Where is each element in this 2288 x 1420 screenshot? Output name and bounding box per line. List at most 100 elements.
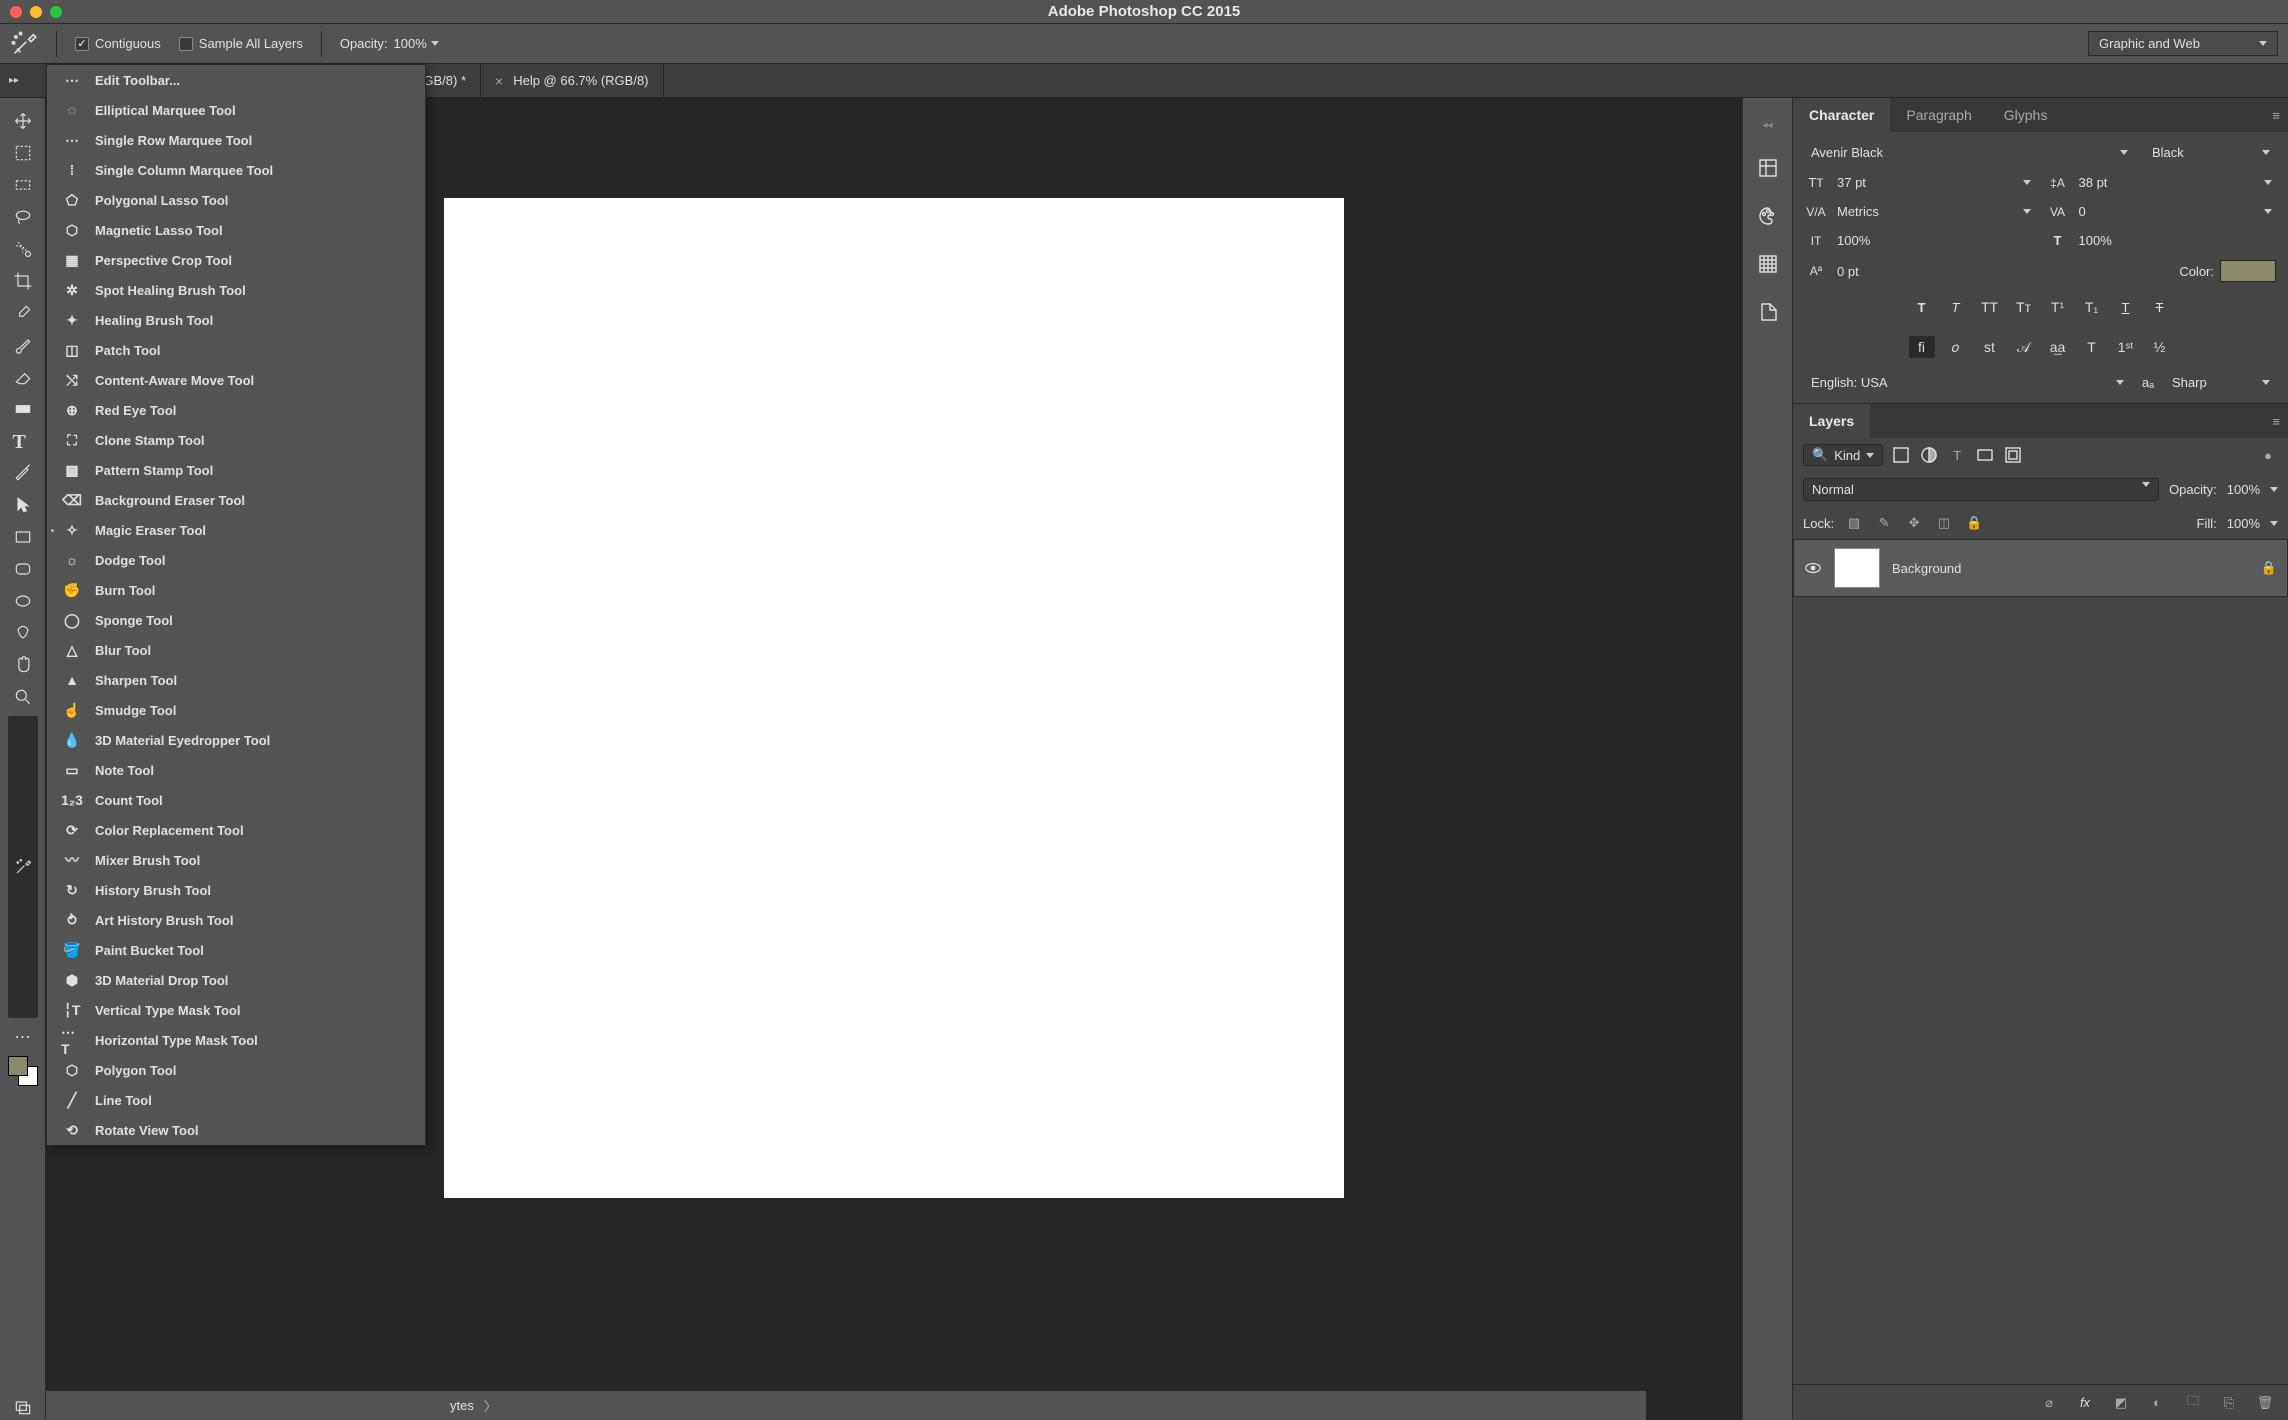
tab-paragraph[interactable]: Paragraph: [1890, 98, 1987, 132]
eraser-tool[interactable]: [8, 364, 38, 390]
lasso-tool[interactable]: [8, 204, 38, 230]
rectangular-marquee-tool[interactable]: [8, 140, 38, 166]
flyout-item-art-history-brush-tool[interactable]: ⥁Art History Brush Tool: [47, 905, 425, 935]
titling-button[interactable]: T: [2079, 336, 2105, 358]
flyout-item-smudge-tool[interactable]: ☝Smudge Tool: [47, 695, 425, 725]
flyout-item-red-eye-tool[interactable]: ⊕Red Eye Tool: [47, 395, 425, 425]
zoom-window-button[interactable]: [50, 6, 62, 18]
color-panel-icon[interactable]: [1756, 204, 1780, 228]
font-size-input[interactable]: 37 pt: [1833, 173, 2035, 192]
opacity-dropdown[interactable]: 100%: [394, 36, 439, 51]
layer-row-background[interactable]: Background 🔒: [1793, 539, 2288, 597]
flyout-item-line-tool[interactable]: ╱Line Tool: [47, 1085, 425, 1115]
swatches-panel-icon[interactable]: [1756, 252, 1780, 276]
flyout-item-single-column-marquee-tool[interactable]: ⁞Single Column Marquee Tool: [47, 155, 425, 185]
custom-shape-tool[interactable]: [8, 620, 38, 646]
baseline-input[interactable]: 0 pt: [1833, 262, 2035, 281]
language-dropdown[interactable]: English: USA: [1805, 372, 2130, 393]
flyout-item-dodge-tool[interactable]: ☼Dodge Tool: [47, 545, 425, 575]
edit-toolbar-button[interactable]: ⋯: [8, 1024, 38, 1050]
flyout-item-polygonal-lasso-tool[interactable]: ⬠Polygonal Lasso Tool: [47, 185, 425, 215]
lock-image-icon[interactable]: ✎: [1874, 513, 1894, 533]
crop-tool[interactable]: [8, 268, 38, 294]
flyout-item-3d-material-eyedropper-tool[interactable]: 💧3D Material Eyedropper Tool: [47, 725, 425, 755]
contiguous-checkbox[interactable]: Contiguous: [75, 36, 161, 51]
type-tool[interactable]: T: [8, 428, 38, 454]
flyout-item-history-brush-tool[interactable]: ↻History Brush Tool: [47, 875, 425, 905]
kerning-input[interactable]: Metrics: [1833, 202, 2035, 221]
st-ligature-button[interactable]: st: [1977, 336, 2003, 358]
rectangle-tool[interactable]: [8, 524, 38, 550]
extra-tools-button[interactable]: [8, 716, 38, 1018]
properties-panel-icon[interactable]: [1756, 300, 1780, 324]
layer-filter-kind[interactable]: 🔍Kind: [1803, 444, 1883, 466]
new-layer-icon[interactable]: ⎘: [2220, 1394, 2238, 1412]
flyout-item-count-tool[interactable]: 1₂3Count Tool: [47, 785, 425, 815]
gradient-tool[interactable]: [8, 396, 38, 422]
flyout-item-patch-tool[interactable]: ◫Patch Tool: [47, 335, 425, 365]
hand-tool[interactable]: [8, 652, 38, 678]
close-window-button[interactable]: [10, 6, 22, 18]
tab-layers[interactable]: Layers: [1793, 404, 1870, 438]
flyout-item-3d-material-drop-tool[interactable]: ⬢3D Material Drop Tool: [47, 965, 425, 995]
flyout-item-spot-healing-brush-tool[interactable]: ✲Spot Healing Brush Tool: [47, 275, 425, 305]
link-layers-icon[interactable]: ⌀: [2040, 1394, 2058, 1412]
stylistic-alt-button[interactable]: a͢a: [2045, 336, 2071, 358]
flyout-item-horizontal-type-mask-tool[interactable]: ⋯THorizontal Type Mask Tool: [47, 1025, 425, 1055]
filter-shape-icon[interactable]: [1975, 445, 1995, 465]
lock-transparency-icon[interactable]: ▨: [1844, 513, 1864, 533]
antialiasing-dropdown[interactable]: Sharp: [2166, 372, 2276, 393]
history-panel-icon[interactable]: [1756, 156, 1780, 180]
leading-input[interactable]: 38 pt: [2075, 173, 2277, 192]
flyout-item-sponge-tool[interactable]: ◯Sponge Tool: [47, 605, 425, 635]
layer-visibility-icon[interactable]: [1804, 559, 1822, 577]
tracking-input[interactable]: 0: [2075, 202, 2277, 221]
sample-all-layers-checkbox[interactable]: Sample All Layers: [179, 36, 303, 51]
flyout-item-magic-eraser-tool[interactable]: ✧Magic Eraser Tool: [47, 515, 425, 545]
eyedropper-tool[interactable]: [8, 300, 38, 326]
layers-panel-menu-icon[interactable]: ≡: [2264, 414, 2288, 429]
fractions-button[interactable]: ½: [2147, 336, 2173, 358]
workspace-switcher[interactable]: Graphic and Web: [2088, 31, 2278, 56]
delete-layer-icon[interactable]: 🗑: [2256, 1394, 2274, 1412]
allcaps-button[interactable]: TT: [1977, 296, 2003, 318]
adjustment-layer-icon[interactable]: ◐: [2148, 1394, 2166, 1412]
document-canvas[interactable]: [444, 198, 1344, 1198]
ligatures-button[interactable]: fi: [1909, 336, 1935, 358]
pen-tool[interactable]: [8, 460, 38, 486]
minimize-window-button[interactable]: [30, 6, 42, 18]
flyout-item-rotate-view-tool[interactable]: ⟲Rotate View Tool: [47, 1115, 425, 1145]
bold-button[interactable]: T: [1909, 296, 1935, 318]
font-family-dropdown[interactable]: Avenir Black: [1805, 142, 2134, 163]
layer-fx-icon[interactable]: fx: [2076, 1394, 2094, 1412]
flyout-item-sharpen-tool[interactable]: ▲Sharpen Tool: [47, 665, 425, 695]
flyout-item-single-row-marquee-tool[interactable]: ⋯Single Row Marquee Tool: [47, 125, 425, 155]
ordinals-button[interactable]: 1ˢᵗ: [2113, 336, 2139, 358]
brush-tool[interactable]: [8, 332, 38, 358]
color-picker[interactable]: [8, 1056, 38, 1086]
close-tab-icon[interactable]: ×: [495, 73, 503, 89]
filter-smartobject-icon[interactable]: [2003, 445, 2023, 465]
flyout-item-polygon-tool[interactable]: ⬡Polygon Tool: [47, 1055, 425, 1085]
filter-pixel-icon[interactable]: [1891, 445, 1911, 465]
superscript-button[interactable]: T¹: [2045, 296, 2071, 318]
dock-collapse-icon[interactable]: ◂◂: [1743, 118, 1792, 132]
path-selection-tool[interactable]: [8, 492, 38, 518]
status-flyout-icon[interactable]: 〉: [484, 1396, 497, 1415]
layer-opacity-value[interactable]: 100%: [2227, 482, 2260, 497]
flyout-item-magnetic-lasso-tool[interactable]: ⬡Magnetic Lasso Tool: [47, 215, 425, 245]
layer-mask-icon[interactable]: ◩: [2112, 1394, 2130, 1412]
flyout-item-content-aware-move-tool[interactable]: ⤭Content-Aware Move Tool: [47, 365, 425, 395]
font-weight-dropdown[interactable]: Black: [2146, 142, 2276, 163]
flyout-item-burn-tool[interactable]: ✊Burn Tool: [47, 575, 425, 605]
layer-thumbnail[interactable]: [1834, 548, 1880, 588]
flyout-item-vertical-type-mask-tool[interactable]: ╎TVertical Type Mask Tool: [47, 995, 425, 1025]
flyout-item-background-eraser-tool[interactable]: ⌫Background Eraser Tool: [47, 485, 425, 515]
tab-glyphs[interactable]: Glyphs: [1988, 98, 2064, 132]
document-tab-2[interactable]: × Help @ 66.7% (RGB/8): [481, 64, 664, 97]
smallcaps-button[interactable]: Tᴛ: [2011, 296, 2037, 318]
panel-menu-icon[interactable]: ≡: [2264, 108, 2288, 123]
tab-character[interactable]: Character: [1793, 98, 1890, 132]
filter-type-icon[interactable]: T: [1947, 445, 1967, 465]
current-tool-icon[interactable]: [10, 30, 38, 58]
